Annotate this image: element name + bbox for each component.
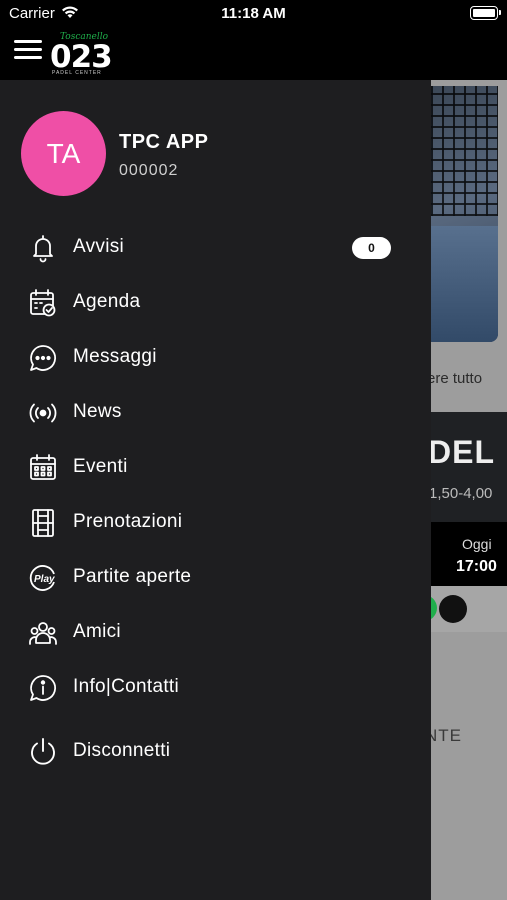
slot-bar: Oggi 17:00 [431,522,507,586]
see-all-link: ere tutto [431,370,483,387]
chat-bubble-icon [30,345,57,371]
avatar[interactable]: TA [21,111,106,196]
menu-item-disconnetti[interactable]: Disconnetti [0,726,431,776]
menu-item-avvisi[interactable]: Avvisi 0 [0,222,431,272]
card-price: 1,50-4,00 [431,485,493,502]
logo-subtitle: PADEL CENTER [52,70,102,76]
calendar-grid-icon [30,454,56,480]
slot-day: Oggi [462,536,492,552]
green-status-icon [431,595,437,621]
menu-item-partite-aperte[interactable]: Play Partite aperte [0,552,431,602]
notification-count-badge: 0 [352,237,391,259]
banner-image [431,86,498,342]
app-header: Toscanello 023 PADEL CENTER [0,28,507,80]
info-icon [30,675,57,701]
card-actions [431,586,507,632]
section-label: NTE [431,726,462,745]
menu-item-label: Prenotazioni [73,511,183,532]
menu-item-messaggi[interactable]: Messaggi [0,332,431,382]
battery-icon [470,6,501,20]
background-content[interactable]: ere tutto DEL 1,50-4,00 Oggi 17:00 NTE [431,80,507,900]
power-icon [31,738,55,765]
menu-item-label: Eventi [73,456,128,477]
side-drawer: TA TPC APP 000002 Avvisi 0 Agenda Messag… [0,80,431,900]
menu-item-amici[interactable]: Amici [0,607,431,657]
court-card: DEL 1,50-4,00 Oggi 17:00 [431,412,507,632]
menu-item-label: News [73,401,122,422]
menu-item-info-contatti[interactable]: Info|Contatti [0,662,431,712]
menu-item-label: Avvisi [73,236,125,257]
menu-item-prenotazioni[interactable]: Prenotazioni [0,497,431,547]
user-name: TPC APP [119,131,209,153]
menu-item-label: Amici [73,621,121,642]
calendar-check-icon [30,289,56,317]
bell-icon [33,235,53,263]
avatar-initials: TA [46,137,81,169]
svg-text:Play: Play [34,574,55,585]
app-logo: Toscanello 023 PADEL CENTER [50,32,113,76]
clock: 11:18 AM [221,5,286,22]
user-code: 000002 [119,162,179,179]
menu-toggle-icon[interactable] [14,40,42,62]
add-player-icon [439,595,467,623]
court-icon [32,509,54,537]
menu-item-label: Agenda [73,291,141,312]
menu-item-eventi[interactable]: Eventi [0,442,431,492]
play-icon: Play [29,565,55,591]
menu-item-label: Messaggi [73,346,157,367]
slot-time: 17:00 [456,558,497,575]
menu-item-news[interactable]: News [0,387,431,437]
menu-item-label: Info|Contatti [73,676,180,697]
status-bar: Carrier 11:18 AM [0,0,507,28]
card-title: DEL [431,434,495,470]
group-icon [29,622,57,645]
menu-item-label: Partite aperte [73,566,192,587]
broadcast-icon [29,403,57,423]
menu-item-label: Disconnetti [73,740,171,761]
menu-item-agenda[interactable]: Agenda [0,277,431,327]
